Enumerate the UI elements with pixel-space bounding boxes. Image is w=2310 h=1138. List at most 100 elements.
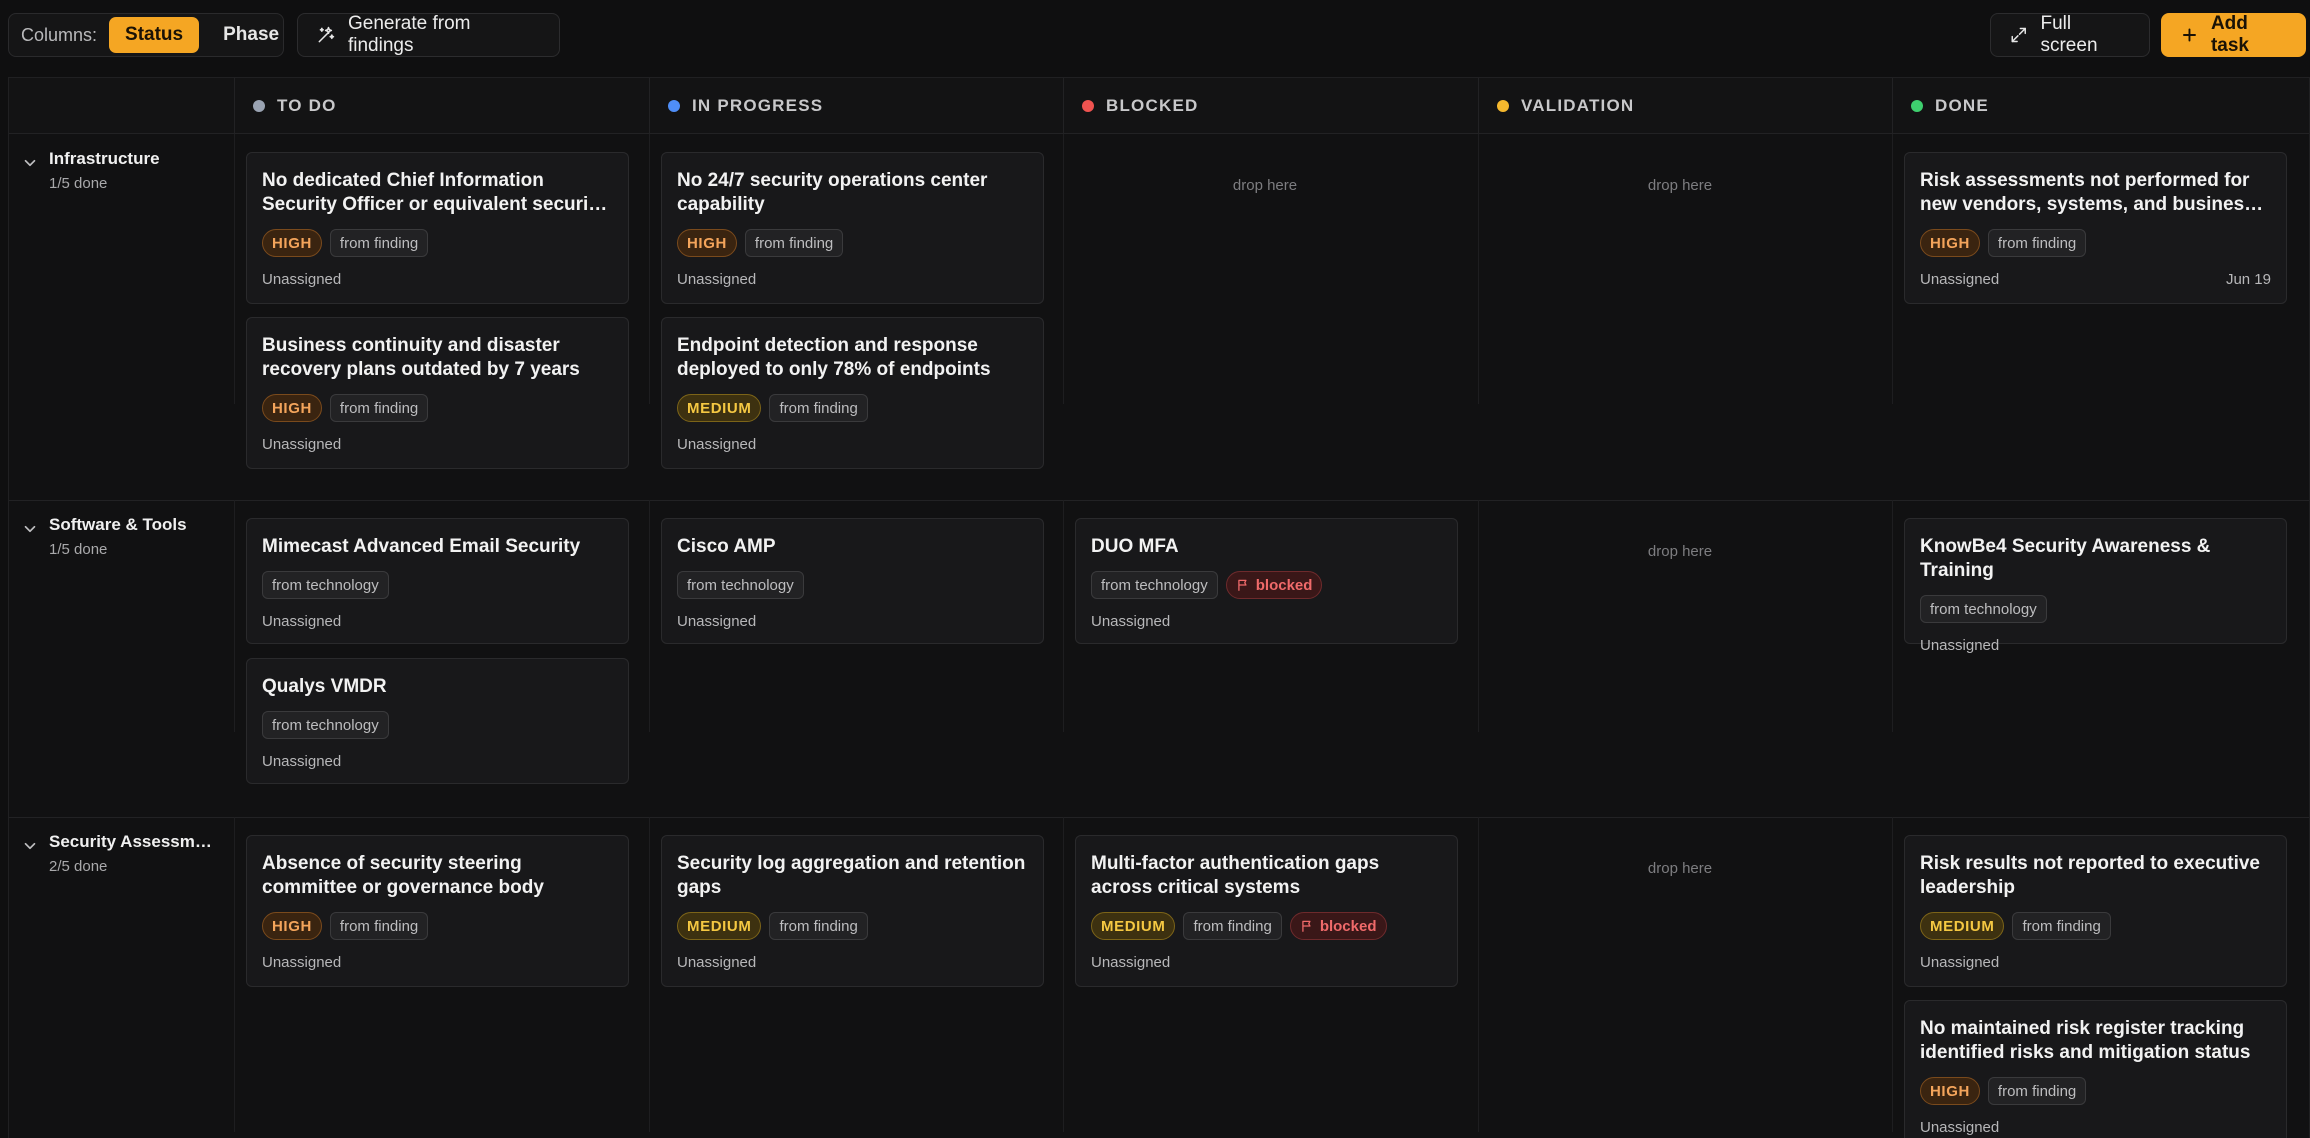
lane-progress: 2/5 done xyxy=(49,858,108,875)
group-by-phase-button[interactable]: Phase xyxy=(207,17,295,53)
generate-from-findings-button[interactable]: Generate from findings xyxy=(297,13,560,57)
source-badge: from finding xyxy=(2012,912,2111,940)
task-card[interactable]: Mimecast Advanced Email Security from tec… xyxy=(246,518,629,644)
drop-zone[interactable]: drop here xyxy=(1478,177,1882,194)
source-badge: from technology xyxy=(1920,595,2047,623)
priority-badge: HIGH xyxy=(1920,229,1980,257)
task-title: Risk results not reported to executive l… xyxy=(1920,853,2260,898)
priority-badge: MEDIUM xyxy=(677,912,762,940)
task-tags: MEDIUM from finding blocked xyxy=(1091,912,1442,940)
lane-text: Security Assessment 2/5 done xyxy=(49,832,219,875)
task-card[interactable]: Endpoint detection and response deployed… xyxy=(661,317,1044,469)
assignee-label: Unassigned xyxy=(1920,637,2000,654)
chevron-down-icon[interactable] xyxy=(21,837,39,855)
status-dot-icon xyxy=(1497,100,1509,112)
assignee-label: Unassigned xyxy=(1920,954,2000,971)
lane-header[interactable]: Software & Tools 1/5 done xyxy=(21,515,187,558)
task-footer: Unassigned xyxy=(677,436,1028,453)
source-badge: from finding xyxy=(1987,1077,2087,1105)
lane-header[interactable]: Security Assessment 2/5 done xyxy=(21,832,219,875)
plus-icon xyxy=(2183,28,2196,42)
column-title: VALIDATION xyxy=(1521,96,1635,115)
add-task-label: Add task xyxy=(2210,13,2249,56)
task-tags: MEDIUM from finding xyxy=(677,394,1028,422)
task-title: Endpoint detection and response deployed… xyxy=(677,335,991,380)
column-divider xyxy=(649,500,650,732)
assignee-label: Unassigned xyxy=(262,613,342,630)
lane-header[interactable]: Infrastructure 1/5 done xyxy=(21,149,160,192)
status-dot-icon xyxy=(253,100,265,112)
column-header-blocked: BLOCKED xyxy=(1063,78,1478,134)
source-badge: from finding xyxy=(769,394,868,422)
task-tags: from technology xyxy=(1920,595,2271,623)
task-tags: HIGH from finding xyxy=(1920,1077,2271,1105)
task-card[interactable]: No maintained risk register tracking ide… xyxy=(1904,1000,2287,1138)
assignee-label: Unassigned xyxy=(1091,613,1171,630)
drop-zone[interactable]: drop here xyxy=(1478,860,1882,877)
flag-icon xyxy=(1302,920,1311,932)
task-card[interactable]: Qualys VMDR from technology Unassigned xyxy=(246,658,629,784)
chevron-down-icon[interactable] xyxy=(21,154,39,172)
task-tags: HIGH from finding xyxy=(262,912,613,940)
assignee-label: Unassigned xyxy=(1091,954,1171,971)
priority-badge: MEDIUM xyxy=(1920,912,2005,940)
assignee-label: Unassigned xyxy=(262,271,342,288)
lane-text: Infrastructure 1/5 done xyxy=(49,149,160,192)
task-card[interactable]: Cisco AMP from technology Unassigned xyxy=(661,518,1044,644)
task-tags: HIGH from finding xyxy=(262,229,613,257)
task-tags: HIGH from finding xyxy=(677,229,1028,257)
task-footer: Unassigned xyxy=(262,954,613,971)
task-title: No 24/7 security operations center capab… xyxy=(677,170,988,215)
task-card[interactable]: No 24/7 security operations center capab… xyxy=(661,152,1044,304)
task-title: Business continuity and disaster recover… xyxy=(262,335,580,380)
task-footer: Unassigned xyxy=(1920,954,2271,971)
task-card[interactable]: DUO MFA from technology blocked Unassigned xyxy=(1075,518,1458,644)
priority-badge: MEDIUM xyxy=(1091,912,1176,940)
column-divider xyxy=(1063,500,1064,732)
add-task-button[interactable]: Add task xyxy=(2161,13,2306,57)
sparkles-icon xyxy=(318,26,335,43)
source-badge: from finding xyxy=(329,229,429,257)
task-footer: Unassigned xyxy=(262,753,613,770)
source-badge: from technology xyxy=(677,571,804,599)
task-card[interactable]: Security log aggregation and retention g… xyxy=(661,835,1044,987)
drop-zone[interactable]: drop here xyxy=(1478,543,1882,560)
columns-label: Columns: xyxy=(21,24,98,45)
task-footer: Unassigned xyxy=(1920,1119,2271,1136)
chevron-down-icon[interactable] xyxy=(21,520,39,538)
status-dot-icon xyxy=(1082,100,1094,112)
column-divider xyxy=(1063,134,1064,404)
task-tags: from technology xyxy=(262,571,613,599)
task-card[interactable]: Risk results not reported to executive l… xyxy=(1904,835,2287,987)
due-date: Jun 19 xyxy=(2225,271,2271,288)
board-toolbar: Columns: Status Phase Generate from find… xyxy=(0,0,2310,71)
group-by-status-button[interactable]: Status xyxy=(109,17,200,53)
task-tags: from technology xyxy=(262,711,613,739)
task-card[interactable]: Business continuity and disaster recover… xyxy=(246,317,629,469)
task-footer: Unassigned xyxy=(262,613,613,630)
task-footer: Unassigned xyxy=(677,613,1028,630)
column-divider xyxy=(1892,817,1893,1132)
task-card[interactable]: KnowBe4 Security Awareness & Training fro… xyxy=(1904,518,2287,654)
priority-badge: HIGH xyxy=(262,229,322,257)
task-footer: Unassigned xyxy=(1920,637,2271,654)
column-divider xyxy=(234,500,235,732)
task-title: KnowBe4 Security Awareness & Training xyxy=(1920,536,2211,581)
full-screen-label: Full screen xyxy=(2040,13,2098,56)
column-title: DONE xyxy=(1935,96,1989,115)
task-footer: Unassigned xyxy=(262,436,613,453)
assignee-label: Unassigned xyxy=(677,271,757,288)
assignee-label: Unassigned xyxy=(1920,271,2000,288)
task-card[interactable]: Absence of security steering committee o… xyxy=(246,835,629,987)
task-card[interactable]: Risk assessments not performed for new v… xyxy=(1904,152,2287,304)
column-divider xyxy=(649,817,650,1132)
source-badge: from finding xyxy=(744,229,844,257)
lane-text: Software & Tools 1/5 done xyxy=(49,515,187,558)
lane-divider xyxy=(9,817,2309,818)
drop-zone[interactable]: drop here xyxy=(1063,177,1467,194)
task-card[interactable]: Multi-factor authentication gaps across … xyxy=(1075,835,1458,987)
task-title: No dedicated Chief Information Security … xyxy=(262,170,606,215)
full-screen-button[interactable]: Full screen xyxy=(1990,13,2150,57)
column-header-in-progress: IN PROGRESS xyxy=(649,78,1063,134)
task-card[interactable]: No dedicated Chief Information Security … xyxy=(246,152,629,304)
